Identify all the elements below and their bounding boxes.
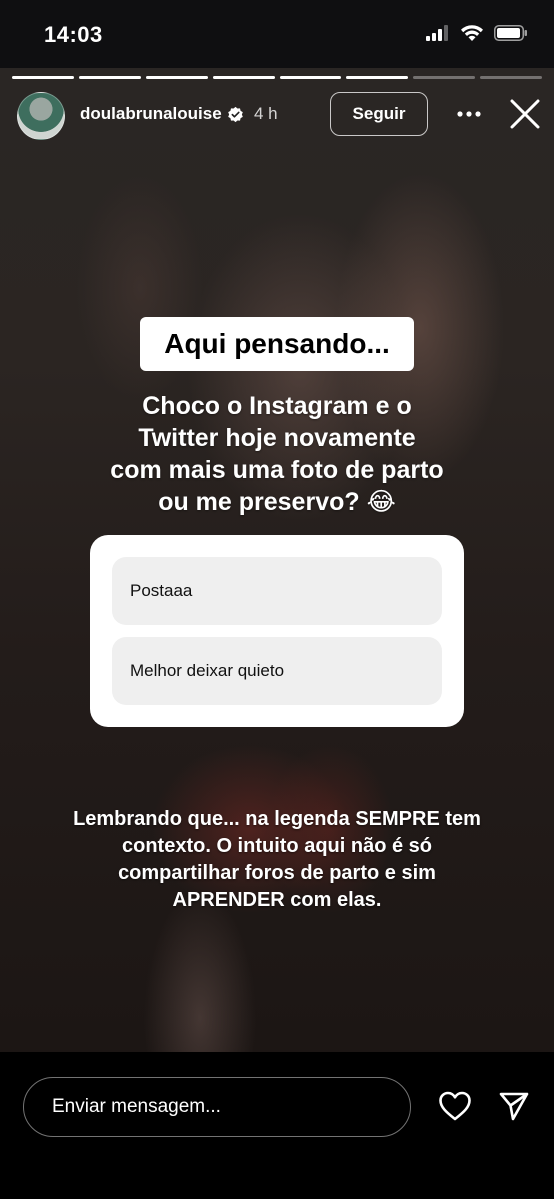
progress-segment (346, 76, 409, 79)
title-sticker: Aqui pensando... (140, 317, 414, 371)
status-bar: 14:03 (0, 0, 554, 68)
heart-icon[interactable] (438, 1090, 472, 1122)
progress-segment (480, 76, 542, 79)
follow-button[interactable]: Seguir (330, 92, 428, 136)
poll-option-melhor-deixar-quieto[interactable]: Melhor deixar quieto (112, 637, 442, 705)
progress-segment (279, 76, 342, 79)
story-age: 4 h (254, 104, 278, 123)
poll-option-postaaa[interactable]: Postaaa (112, 557, 442, 625)
question-line: ou me preservo? 😂 (158, 488, 396, 516)
poll-sticker: Postaaa Melhor deixar quieto (90, 535, 464, 727)
status-icons (426, 24, 528, 42)
story-caption: Lembrando que... na legenda SEMPRE tem c… (30, 806, 524, 914)
send-icon[interactable] (498, 1090, 530, 1122)
caption-line: contexto. O intuito aqui não é só (121, 835, 432, 857)
caption-line: APRENDER com elas. (172, 889, 382, 911)
more-icon[interactable] (456, 102, 482, 126)
status-time: 14:03 (44, 22, 103, 47)
reply-bar: Enviar mensagem... (0, 1052, 554, 1199)
progress-segment (145, 76, 208, 79)
wifi-icon (461, 25, 483, 41)
avatar[interactable] (17, 92, 65, 140)
message-input[interactable]: Enviar mensagem... (23, 1077, 411, 1137)
question-line: com mais uma foto de parto (110, 456, 444, 484)
story-viewer[interactable]: doulabrunalouise 4 h Seguir Aqui pensand… (0, 68, 554, 1052)
progress-segment (78, 76, 141, 79)
story-progress-bar (12, 76, 542, 79)
signal-icon (426, 25, 448, 41)
caption-line: compartilhar foros de parto e sim (118, 862, 436, 884)
question-line: Choco o Instagram e o (142, 392, 412, 420)
progress-segment (12, 76, 74, 79)
progress-segment (413, 76, 476, 79)
caption-line: Lembrando que... na legenda SEMPRE tem (73, 808, 481, 830)
question-line: Twitter hoje novamente (138, 424, 416, 452)
progress-segment (212, 76, 275, 79)
battery-icon (494, 25, 527, 41)
verified-badge-icon (228, 106, 243, 123)
username[interactable]: doulabrunalouise (80, 104, 222, 124)
close-icon[interactable] (509, 98, 541, 130)
poll-question: Choco o Instagram e o Twitter hoje novam… (60, 390, 494, 518)
